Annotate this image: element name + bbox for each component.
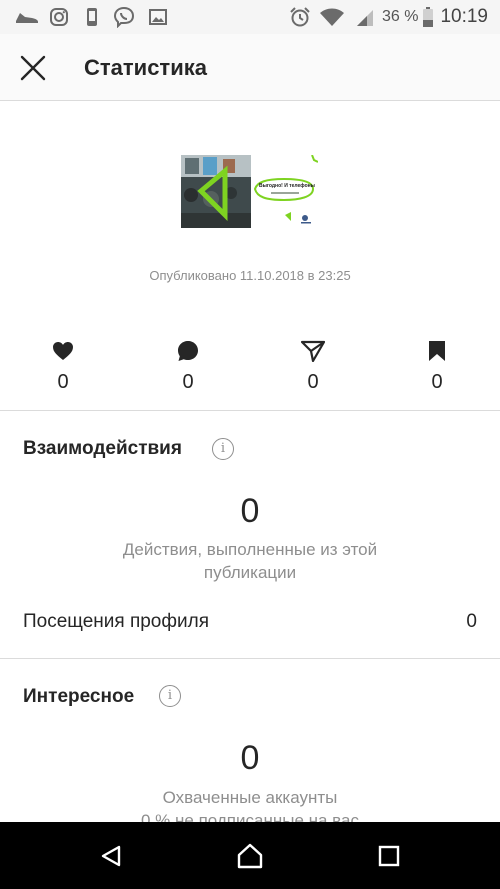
close-button[interactable]	[14, 49, 52, 87]
saves-value: 0	[431, 371, 443, 393]
image-icon	[148, 7, 168, 27]
signal-icon	[354, 7, 376, 27]
discovery-value: 0	[240, 739, 260, 777]
wifi-icon	[318, 7, 346, 27]
post-thumbnail[interactable]: Выгодно! И телефоны	[181, 155, 318, 228]
interactions-caption: Действия, выполненные из этой публикации	[122, 540, 378, 582]
saves-count: 0	[407, 336, 467, 396]
battery-icon	[421, 7, 435, 27]
thumbnail-text: Выгодно! И телефоны	[259, 182, 315, 189]
interactions-value: 0	[240, 492, 260, 530]
home-icon	[237, 843, 263, 869]
info-icon[interactable]: i	[159, 685, 181, 707]
app-header: Статистика	[0, 34, 500, 101]
comment-icon	[176, 339, 200, 363]
navigation-bar	[0, 822, 500, 889]
likes-value: 0	[57, 371, 69, 393]
info-icon[interactable]: i	[212, 438, 234, 460]
battery-percent: 36 %	[382, 8, 419, 25]
profile-visits-value: 0	[466, 611, 477, 632]
interactions-title: Взаимодействия	[23, 438, 182, 459]
instagram-icon	[48, 7, 70, 27]
back-icon	[101, 845, 121, 867]
likes-count: 0	[33, 336, 93, 396]
alarm-icon	[289, 7, 311, 27]
shoe-icon	[14, 7, 40, 27]
viber-icon	[112, 6, 136, 28]
close-icon	[20, 55, 46, 81]
divider	[0, 658, 500, 659]
recents-icon	[378, 845, 400, 867]
discovery-title: Интересное	[23, 686, 135, 707]
discovery-caption: Охваченные аккаунты	[162, 788, 338, 807]
bookmark-icon	[425, 339, 449, 363]
status-bar: 36 % 10:19	[0, 0, 500, 34]
post-counts: 0 0 0 0	[0, 336, 500, 396]
profile-visits-label: Посещения профиля	[23, 611, 209, 632]
heart-icon	[51, 339, 75, 363]
comments-value: 0	[182, 371, 194, 393]
divider	[0, 410, 500, 411]
comments-count: 0	[158, 336, 218, 396]
recents-button[interactable]	[369, 836, 409, 876]
phone-icon	[82, 7, 102, 27]
published-date: Опубликовано 11.10.2018 в 23:25	[149, 268, 351, 283]
send-icon	[301, 339, 325, 363]
back-button[interactable]	[91, 836, 131, 876]
shares-value: 0	[307, 371, 319, 393]
home-button[interactable]	[230, 836, 270, 876]
clock: 10:19	[440, 6, 488, 27]
page-title: Статистика	[84, 55, 207, 80]
shares-count: 0	[283, 336, 343, 396]
